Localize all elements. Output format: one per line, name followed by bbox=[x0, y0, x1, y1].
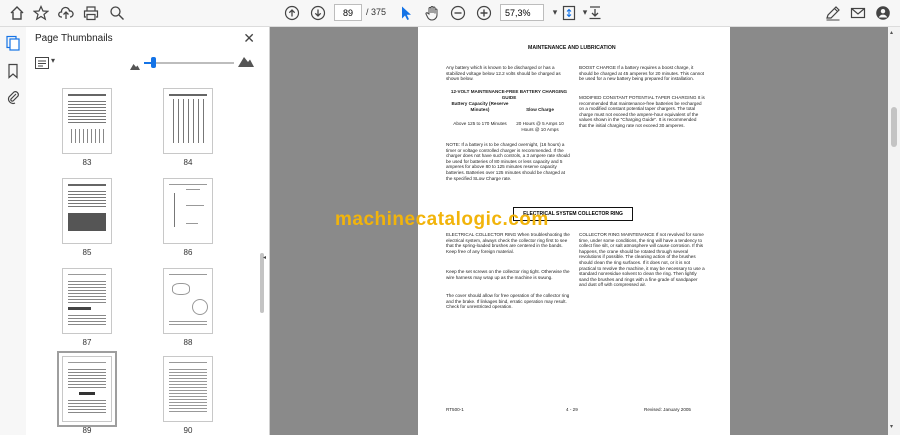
cover-text: The cover should allow for free operatio… bbox=[446, 293, 570, 310]
page-total: / 375 bbox=[366, 7, 387, 17]
navigation-rail bbox=[0, 27, 27, 435]
modified-charging-text: MODIFIED CONSTANT POTENTIAL TAPER CHARGI… bbox=[579, 95, 705, 128]
document-scrollbar[interactable]: ▴ ▾ bbox=[888, 27, 900, 435]
footer-model: RT500-1 bbox=[446, 407, 464, 412]
thumbnail-label: 89 bbox=[82, 426, 92, 435]
battery-intro: Any battery which is known to be dischar… bbox=[446, 65, 561, 82]
thumbnail-label: 87 bbox=[82, 338, 92, 347]
edit-sign-icon[interactable] bbox=[824, 4, 842, 22]
bookmarks-icon[interactable] bbox=[5, 63, 21, 79]
page-thumbnail-87[interactable] bbox=[62, 268, 112, 334]
page-thumbnail-84[interactable] bbox=[163, 88, 213, 154]
page-thumbnail-90[interactable] bbox=[163, 356, 213, 422]
search-icon[interactable] bbox=[108, 4, 126, 22]
print-icon[interactable] bbox=[82, 4, 100, 22]
charging-guide-title: 12-VOLT MAINTENANCE-FREE BATTERY CHARGIN… bbox=[450, 89, 568, 100]
page-up-icon[interactable] bbox=[283, 4, 301, 22]
thumbnail-label: 90 bbox=[183, 426, 193, 435]
large-mountain-icon[interactable] bbox=[238, 54, 254, 67]
main-toolbar: 89 / 375 57,3% ▾ ▾ bbox=[0, 0, 900, 27]
thumbnail-label: 86 bbox=[183, 248, 193, 257]
bookmark-star-icon[interactable] bbox=[32, 4, 50, 22]
download-icon[interactable] bbox=[586, 4, 604, 22]
slow-charge-value: 20 Hours @ 5 Amps 10 Hours @ 10 Amps bbox=[516, 121, 564, 132]
page-thumbnail-83[interactable] bbox=[62, 88, 112, 154]
footer-page-number: 4 - 29 bbox=[566, 407, 578, 412]
options-chevron-icon[interactable]: ▾ bbox=[51, 56, 55, 65]
ring-maintenance-text: COLLECTOR RING MAINTENANCE If not revolv… bbox=[579, 232, 705, 288]
close-icon[interactable]: ✕ bbox=[243, 30, 255, 47]
zoom-in-icon[interactable] bbox=[475, 4, 493, 22]
page-thumbnail-88[interactable] bbox=[163, 268, 213, 334]
page-thumbnail-89[interactable] bbox=[57, 351, 117, 427]
thumbnail-label: 88 bbox=[183, 338, 193, 347]
thumbnail-list: 83 84 85 86 87 88 89 90 bbox=[26, 83, 258, 435]
collector-ring-text: ELECTRICAL COLLECTOR RING When troublesh… bbox=[446, 232, 570, 254]
slow-charge-header: Slow Charge bbox=[526, 107, 554, 112]
footer-revised: Revised: January 2005 bbox=[644, 407, 691, 412]
small-mountain-icon[interactable] bbox=[130, 57, 140, 70]
select-cursor-icon[interactable] bbox=[397, 4, 415, 22]
page-number-input[interactable]: 89 bbox=[334, 4, 362, 21]
document-viewport[interactable]: ◂ MAINTENANCE AND LUBRICATION Any batter… bbox=[263, 27, 900, 435]
scrollbar-thumb[interactable] bbox=[891, 107, 897, 147]
page-thumbnail-85[interactable] bbox=[62, 178, 112, 244]
attachments-paperclip-icon[interactable] bbox=[5, 89, 21, 105]
capacity-value: Above 125 to 170 Minutes bbox=[453, 121, 507, 126]
panel-title: Page Thumbnails bbox=[35, 33, 113, 44]
slider-handle[interactable] bbox=[151, 57, 156, 68]
boost-charge-text: BOOST CHARGE If a battery requires a boo… bbox=[579, 65, 705, 82]
watermark: machinecatalogic.com bbox=[335, 209, 549, 230]
scroll-down-arrow-icon: ▾ bbox=[890, 424, 894, 430]
page-header: MAINTENANCE AND LUBRICATION bbox=[528, 45, 616, 51]
thumbnail-options-icon[interactable] bbox=[35, 56, 49, 69]
set-screws-text: Keep the set screws on the collector rin… bbox=[446, 269, 570, 280]
thumbnail-label: 85 bbox=[82, 248, 92, 257]
thumbnails-panel: Page Thumbnails ✕ ▾ 83 84 85 86 87 88 89… bbox=[26, 27, 270, 435]
capacity-header: Battery Capacity (Reserve Minutes) bbox=[451, 101, 509, 112]
collapse-panel-arrow-icon[interactable]: ◂ bbox=[263, 254, 266, 261]
pdf-page: MAINTENANCE AND LUBRICATION Any battery … bbox=[418, 27, 730, 435]
zoom-out-icon[interactable] bbox=[449, 4, 467, 22]
account-icon[interactable] bbox=[874, 4, 892, 22]
thumbnail-label: 84 bbox=[183, 158, 193, 167]
cloud-upload-icon[interactable] bbox=[57, 4, 75, 22]
page-down-icon[interactable] bbox=[309, 4, 327, 22]
thumbnail-label: 83 bbox=[82, 158, 92, 167]
thumbnail-size-slider[interactable] bbox=[144, 62, 234, 64]
page-thumbnail-86[interactable] bbox=[163, 178, 213, 244]
page-thumbnails-icon[interactable] bbox=[5, 35, 21, 51]
charging-note: NOTE: If a battery is to be charged over… bbox=[446, 142, 570, 181]
scroll-up-arrow-icon: ▴ bbox=[890, 30, 894, 36]
home-icon[interactable] bbox=[8, 4, 26, 22]
zoom-level-input[interactable]: 57,3% bbox=[500, 4, 544, 21]
hand-tool-icon[interactable] bbox=[423, 4, 441, 22]
email-icon[interactable] bbox=[849, 4, 867, 22]
